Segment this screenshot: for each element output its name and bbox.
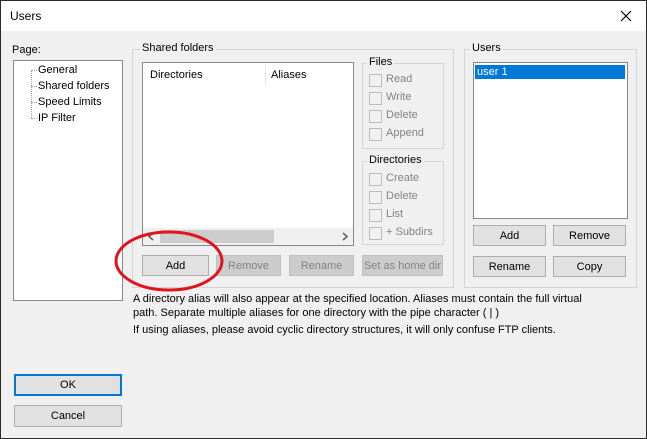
create-label: Create bbox=[386, 172, 420, 184]
subdirs-label: + Subdirs bbox=[386, 226, 433, 238]
scroll-right-icon[interactable] bbox=[341, 232, 349, 241]
list-checkbox[interactable] bbox=[369, 209, 382, 222]
tree-item-speed-limits[interactable]: Speed Limits bbox=[38, 96, 102, 108]
delete-dir-checkbox[interactable] bbox=[369, 191, 382, 204]
title-bar: Users bbox=[1, 1, 646, 31]
column-divider bbox=[265, 65, 266, 85]
page-tree[interactable]: General Shared folders Speed Limits IP F… bbox=[13, 60, 123, 301]
ok-button[interactable]: OK bbox=[14, 374, 122, 396]
tree-lines bbox=[31, 70, 32, 118]
shared-add-button[interactable]: Add bbox=[142, 255, 209, 276]
subdirs-checkbox[interactable] bbox=[369, 227, 382, 240]
cancel-button[interactable]: Cancel bbox=[14, 405, 122, 427]
tree-branch bbox=[31, 118, 37, 119]
user-list-item-label: user 1 bbox=[477, 66, 508, 78]
delete-dir-label: Delete bbox=[386, 190, 418, 202]
alias-note-line2: path. Separate multiple aliases for one … bbox=[133, 307, 500, 319]
user-copy-button[interactable]: Copy bbox=[553, 256, 626, 277]
page-label: Page: bbox=[12, 44, 41, 56]
users-list[interactable]: user 1 bbox=[473, 62, 628, 219]
tree-item-ip-filter[interactable]: IP Filter bbox=[38, 112, 76, 124]
files-title: Files bbox=[367, 56, 395, 68]
column-aliases[interactable]: Aliases bbox=[271, 69, 306, 81]
delete-file-label: Delete bbox=[386, 109, 418, 121]
write-checkbox[interactable] bbox=[369, 92, 382, 105]
tree-branch bbox=[31, 86, 37, 87]
user-rename-button[interactable]: Rename bbox=[473, 256, 546, 277]
append-label: Append bbox=[386, 127, 424, 139]
user-list-item-selected[interactable]: user 1 bbox=[475, 65, 625, 79]
read-checkbox[interactable] bbox=[369, 74, 382, 87]
shared-remove-button[interactable]: Remove bbox=[216, 255, 281, 276]
list-label: List bbox=[386, 208, 404, 220]
delete-file-checkbox[interactable] bbox=[369, 110, 382, 123]
users-title: Users bbox=[470, 42, 503, 54]
alias-note-line1: A directory alias will also appear at th… bbox=[133, 293, 582, 305]
create-checkbox[interactable] bbox=[369, 173, 382, 186]
tree-item-general[interactable]: General bbox=[38, 64, 77, 76]
users-dialog: Users Page: General Shared folders Speed… bbox=[0, 0, 647, 439]
alias-note-line3: If using aliases, please avoid cyclic di… bbox=[133, 324, 556, 336]
set-home-dir-button[interactable]: Set as home dir bbox=[362, 255, 443, 276]
write-label: Write bbox=[386, 91, 412, 103]
append-checkbox[interactable] bbox=[369, 128, 382, 141]
scrollbar-thumb[interactable] bbox=[160, 230, 274, 243]
column-directories[interactable]: Directories bbox=[150, 69, 203, 81]
horizontal-scrollbar[interactable] bbox=[143, 228, 353, 245]
scroll-left-icon[interactable] bbox=[147, 232, 155, 241]
directories-list[interactable]: Directories Aliases bbox=[142, 62, 354, 246]
directories-title: Directories bbox=[367, 154, 424, 166]
shared-rename-button[interactable]: Rename bbox=[289, 255, 354, 276]
user-add-button[interactable]: Add bbox=[473, 225, 546, 246]
user-remove-button[interactable]: Remove bbox=[553, 225, 626, 246]
window-title: Users bbox=[10, 9, 42, 23]
read-label: Read bbox=[386, 73, 413, 85]
tree-branch bbox=[31, 70, 37, 71]
tree-item-shared-folders[interactable]: Shared folders bbox=[38, 80, 110, 92]
shared-folders-title: Shared folders bbox=[140, 42, 216, 54]
close-icon[interactable] bbox=[614, 4, 638, 28]
tree-branch bbox=[31, 102, 37, 103]
